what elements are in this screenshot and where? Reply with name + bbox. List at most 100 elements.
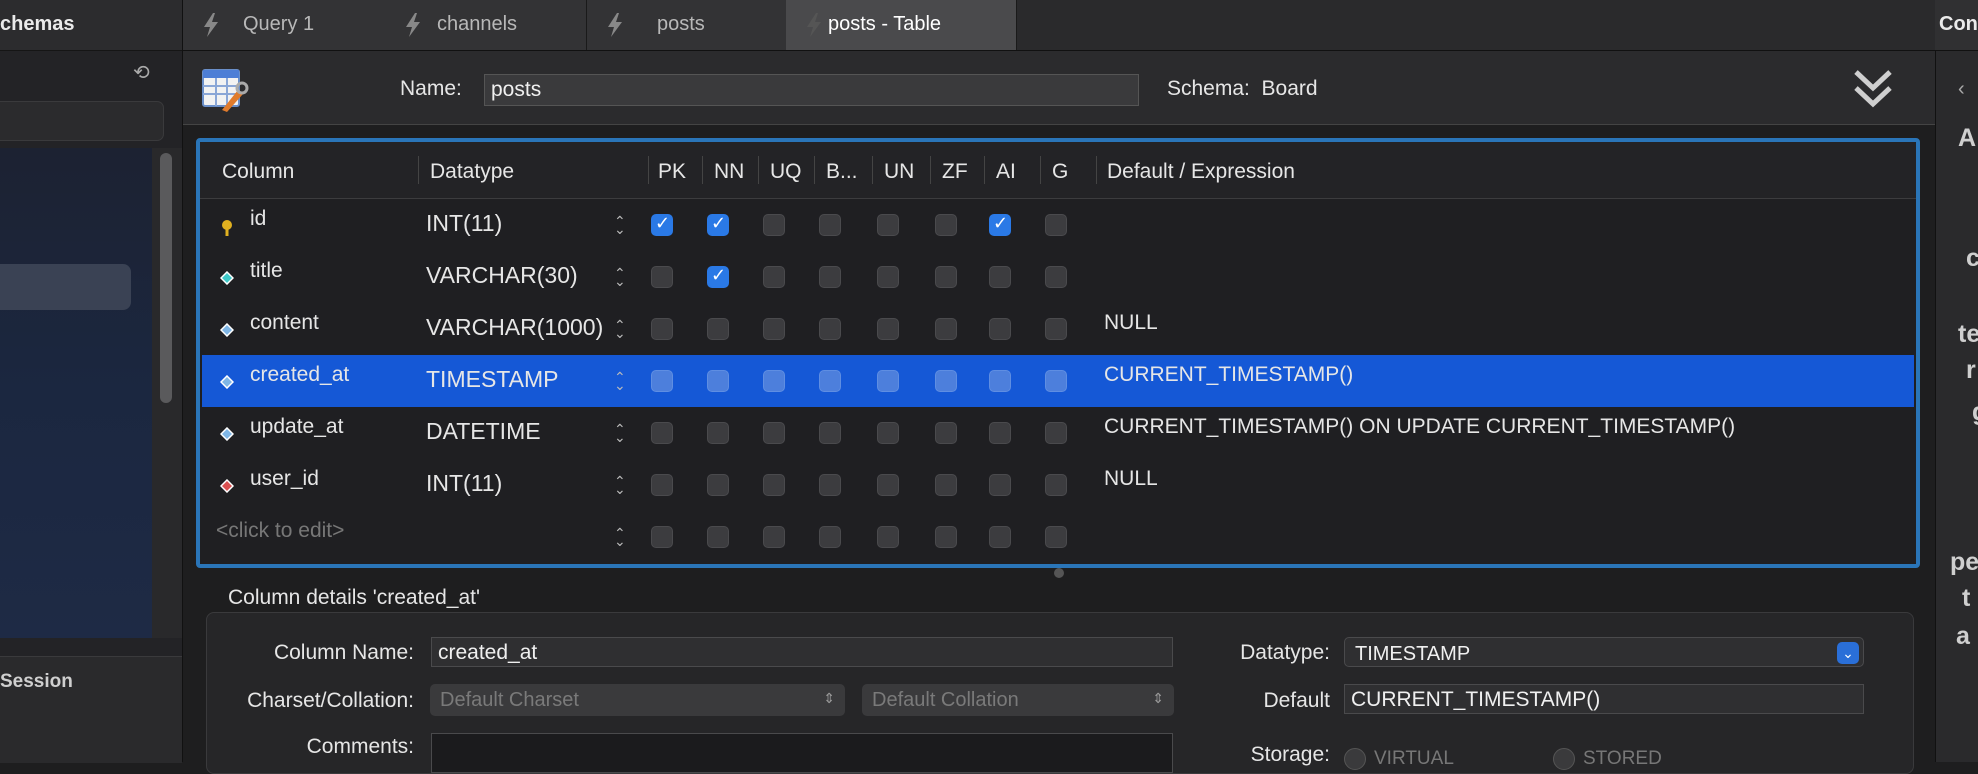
- flag-checkbox-un[interactable]: [877, 370, 899, 392]
- header-10[interactable]: Default / Expression: [1107, 160, 1295, 184]
- refresh-icon[interactable]: ⟲: [133, 60, 150, 85]
- flag-checkbox-g[interactable]: [1045, 214, 1067, 236]
- flag-checkbox-uq[interactable]: [763, 474, 785, 496]
- header-separator[interactable]: [1096, 156, 1097, 184]
- session-panel-header[interactable]: Session: [0, 656, 182, 763]
- flag-checkbox-b[interactable]: [819, 422, 841, 444]
- chevron-left-icon[interactable]: ‹: [1958, 78, 1965, 101]
- collapse-chevron-icon[interactable]: [1852, 66, 1894, 110]
- schema-tree-selected-item[interactable]: [0, 264, 131, 310]
- flag-checkbox-nn[interactable]: [707, 318, 729, 340]
- splitter-handle[interactable]: [1054, 568, 1064, 578]
- flag-checkbox-pk[interactable]: [651, 474, 673, 496]
- tab-2[interactable]: channels: [385, 0, 587, 50]
- tab-3[interactable]: posts: [587, 0, 788, 50]
- column-name-input[interactable]: created_at: [431, 637, 1173, 667]
- table-row[interactable]: content VARCHAR(1000) ⌃ ⌄ NULL: [202, 303, 1914, 355]
- header-8[interactable]: AI: [996, 160, 1016, 184]
- flag-checkbox-uq[interactable]: [763, 318, 785, 340]
- flag-checkbox-uq[interactable]: [763, 266, 785, 288]
- header-separator[interactable]: [702, 156, 703, 184]
- flag-checkbox-pk[interactable]: [651, 213, 673, 236]
- flag-checkbox-zf[interactable]: [935, 266, 957, 288]
- flag-checkbox-zf[interactable]: [935, 526, 957, 548]
- datatype-stepper-icon[interactable]: ⌃ ⌄: [614, 422, 626, 444]
- header-separator[interactable]: [814, 156, 815, 184]
- column-name-cell[interactable]: created_at: [250, 363, 349, 387]
- default-expression-cell[interactable]: NULL: [1104, 467, 1158, 491]
- flag-checkbox-zf[interactable]: [935, 370, 957, 392]
- flag-checkbox-un[interactable]: [877, 474, 899, 496]
- flag-checkbox-un[interactable]: [877, 266, 899, 288]
- flag-checkbox-pk[interactable]: [651, 318, 673, 340]
- table-row[interactable]: update_at DATETIME ⌃ ⌄ CURRENT_TIMESTAMP() O…: [202, 407, 1914, 459]
- column-name-cell[interactable]: update_at: [250, 415, 343, 439]
- schema-tree[interactable]: [0, 148, 152, 638]
- datatype-stepper-icon[interactable]: ⌃ ⌄: [614, 474, 626, 496]
- header-7[interactable]: ZF: [942, 160, 968, 184]
- datatype-stepper-icon[interactable]: ⌃ ⌄: [614, 526, 626, 548]
- flag-checkbox-uq[interactable]: [763, 370, 785, 392]
- flag-checkbox-pk[interactable]: [651, 370, 673, 392]
- datatype-cell[interactable]: INT(11): [426, 210, 612, 237]
- default-expression-cell[interactable]: CURRENT_TIMESTAMP(): [1104, 363, 1353, 387]
- flag-checkbox-ai[interactable]: [989, 474, 1011, 496]
- flag-checkbox-b[interactable]: [819, 266, 841, 288]
- flag-checkbox-un[interactable]: [877, 526, 899, 548]
- flag-checkbox-g[interactable]: [1045, 318, 1067, 340]
- flag-checkbox-nn[interactable]: [707, 213, 729, 236]
- flag-checkbox-g[interactable]: [1045, 370, 1067, 392]
- flag-checkbox-zf[interactable]: [935, 474, 957, 496]
- header-4[interactable]: UQ: [770, 160, 802, 184]
- flag-checkbox-un[interactable]: [877, 214, 899, 236]
- flag-checkbox-g[interactable]: [1045, 422, 1067, 444]
- datatype-stepper-icon[interactable]: ⌃ ⌄: [614, 266, 626, 288]
- flag-checkbox-pk[interactable]: [651, 422, 673, 444]
- flag-checkbox-nn[interactable]: [707, 370, 729, 392]
- table-row[interactable]: <click to edit> ⌃ ⌄: [202, 511, 1914, 563]
- column-name-cell[interactable]: title: [250, 259, 283, 283]
- datatype-cell[interactable]: INT(11): [426, 470, 612, 497]
- header-separator[interactable]: [984, 156, 985, 184]
- flag-checkbox-ai[interactable]: [989, 370, 1011, 392]
- datatype-cell[interactable]: VARCHAR(30): [426, 262, 612, 289]
- datatype-cell[interactable]: DATETIME: [426, 418, 612, 445]
- header-separator[interactable]: [872, 156, 873, 184]
- flag-checkbox-b[interactable]: [819, 214, 841, 236]
- schema-filter-input[interactable]: [0, 101, 164, 141]
- header-separator[interactable]: [418, 156, 419, 184]
- flag-checkbox-ai[interactable]: [989, 526, 1011, 548]
- header-2[interactable]: PK: [658, 160, 686, 184]
- header-separator[interactable]: [1040, 156, 1041, 184]
- flag-checkbox-b[interactable]: [819, 370, 841, 392]
- header-6[interactable]: UN: [884, 160, 914, 184]
- column-name-cell[interactable]: id: [250, 207, 266, 231]
- dropdown-chevron-icon[interactable]: ⌄: [1837, 642, 1859, 664]
- flag-checkbox-b[interactable]: [819, 526, 841, 548]
- flag-checkbox-ai[interactable]: [989, 266, 1011, 288]
- flag-checkbox-ai[interactable]: [989, 422, 1011, 444]
- flag-checkbox-nn[interactable]: [707, 526, 729, 548]
- column-name-cell[interactable]: user_id: [250, 467, 319, 491]
- table-row[interactable]: title VARCHAR(30) ⌃ ⌄: [202, 251, 1914, 303]
- flag-checkbox-pk[interactable]: [651, 526, 673, 548]
- table-row[interactable]: created_at TIMESTAMP ⌃ ⌄ CURRENT_TIMESTAMP(): [202, 355, 1914, 407]
- flag-checkbox-nn[interactable]: [707, 422, 729, 444]
- charset-select[interactable]: Default Charset ⇕: [430, 684, 845, 716]
- flag-checkbox-ai[interactable]: [989, 213, 1011, 236]
- column-name-cell[interactable]: <click to edit>: [216, 519, 344, 543]
- header-1[interactable]: Datatype: [430, 160, 514, 184]
- datatype-stepper-icon[interactable]: ⌃ ⌄: [614, 214, 626, 236]
- flag-checkbox-g[interactable]: [1045, 266, 1067, 288]
- tab-4[interactable]: posts - Table: [786, 0, 1017, 50]
- header-9[interactable]: G: [1052, 160, 1068, 184]
- flag-checkbox-b[interactable]: [819, 474, 841, 496]
- header-0[interactable]: Column: [222, 160, 294, 184]
- table-row[interactable]: id INT(11) ⌃ ⌄: [202, 199, 1914, 251]
- flag-checkbox-un[interactable]: [877, 318, 899, 340]
- storage-stored-radio[interactable]: [1553, 748, 1575, 770]
- flag-checkbox-nn[interactable]: [707, 474, 729, 496]
- flag-checkbox-uq[interactable]: [763, 214, 785, 236]
- column-name-cell[interactable]: content: [250, 311, 319, 335]
- flag-checkbox-g[interactable]: [1045, 526, 1067, 548]
